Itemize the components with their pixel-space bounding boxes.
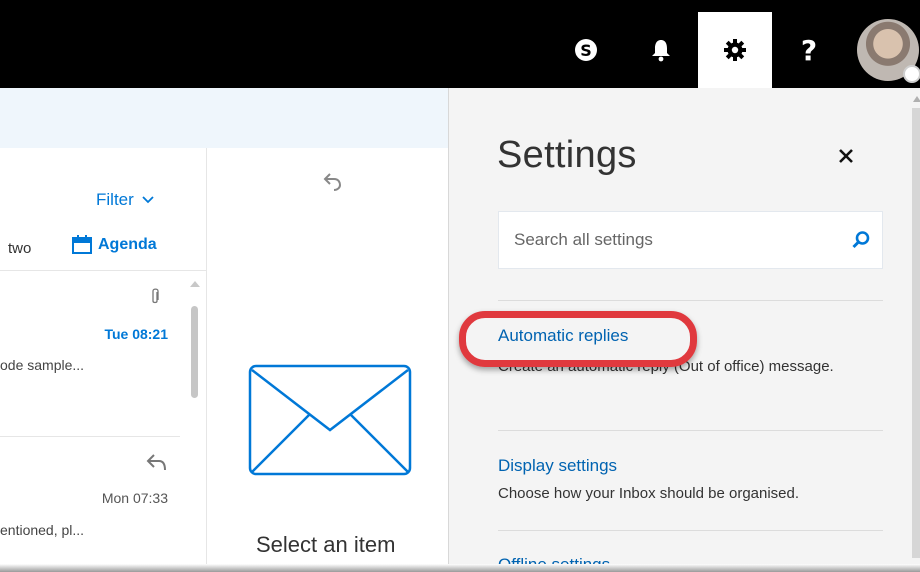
scroll-up-arrow[interactable]	[190, 281, 200, 287]
settings-search-input[interactable]	[499, 212, 839, 268]
pane-divider	[206, 148, 207, 572]
envelope-icon	[248, 364, 412, 481]
attachment-icon	[150, 288, 160, 311]
filter-button[interactable]: Filter	[96, 190, 154, 210]
divider	[498, 430, 883, 431]
close-button[interactable]	[832, 142, 860, 170]
display-settings-description: Choose how your Inbox should be organise…	[498, 485, 800, 502]
help-button[interactable]: ?	[772, 12, 846, 88]
message-time: Tue 08:21	[104, 326, 168, 342]
scroll-up-arrow[interactable]	[913, 96, 920, 102]
skype-button[interactable]: S	[548, 12, 624, 88]
empty-reading-pane-text: Select an item	[256, 532, 396, 557]
svg-text:S: S	[580, 41, 592, 60]
divider	[0, 270, 206, 271]
bell-icon	[652, 40, 670, 62]
message-preview[interactable]: ode sample...	[0, 357, 84, 373]
display-settings-link[interactable]: Display settings	[498, 456, 617, 476]
calendar-icon	[72, 235, 92, 254]
filter-label: Filter	[96, 190, 134, 209]
replied-icon	[146, 452, 168, 477]
presence-status-icon	[903, 65, 920, 83]
avatar	[857, 19, 920, 83]
divider	[498, 300, 883, 301]
divider	[0, 436, 180, 437]
bottom-edge-shadow	[0, 564, 920, 572]
message-preview[interactable]: entioned, pl...	[0, 522, 84, 538]
settings-button[interactable]	[698, 12, 772, 88]
message-list-scrollbar[interactable]	[191, 306, 198, 398]
search-icon[interactable]	[851, 230, 871, 250]
settings-search-box	[498, 211, 883, 269]
command-bar	[0, 88, 448, 148]
agenda-label: Agenda	[98, 235, 157, 253]
close-icon	[839, 149, 853, 163]
undo-icon[interactable]	[322, 172, 344, 197]
agenda-button[interactable]: Agenda	[72, 235, 157, 254]
highlight-annotation	[459, 311, 697, 367]
skype-icon: S	[575, 39, 597, 61]
help-icon: ?	[800, 33, 818, 67]
divider	[498, 530, 883, 531]
gear-icon	[724, 39, 746, 61]
message-time: Mon 07:33	[101, 490, 168, 506]
account-button[interactable]	[846, 12, 920, 88]
notifications-button[interactable]	[624, 12, 698, 88]
settings-title: Settings	[497, 134, 637, 176]
settings-scrollbar[interactable]	[912, 108, 920, 558]
view-label: two	[8, 240, 32, 257]
chevron-down-icon	[142, 196, 154, 204]
